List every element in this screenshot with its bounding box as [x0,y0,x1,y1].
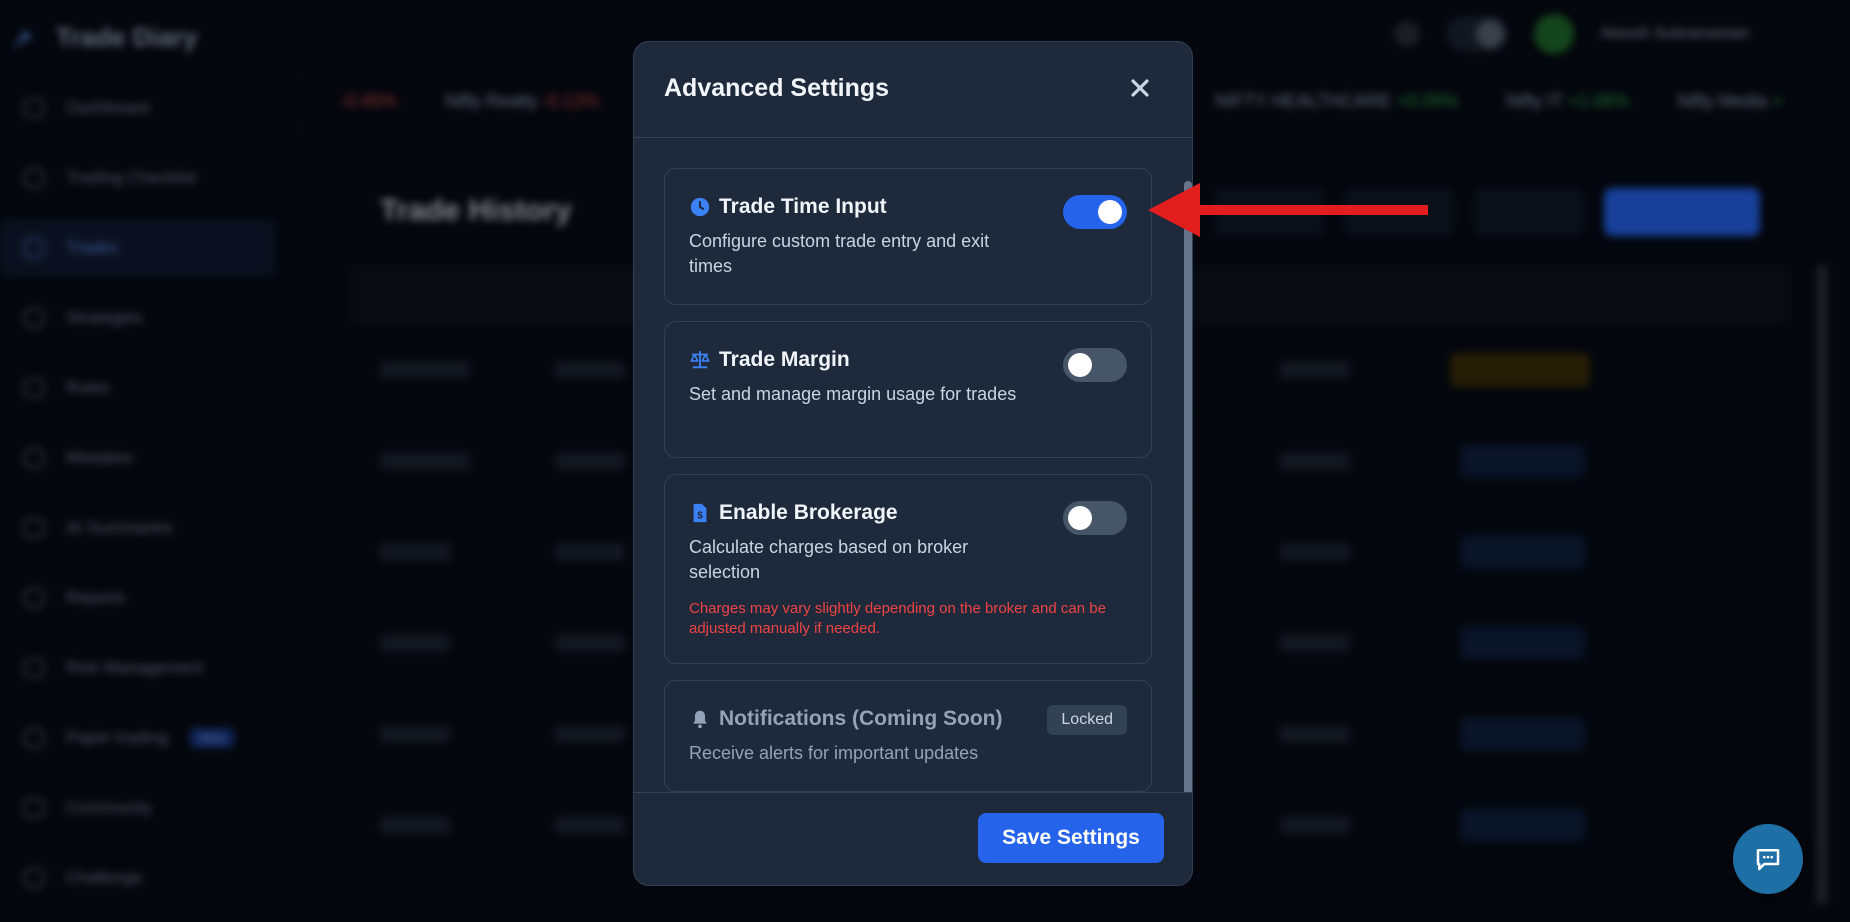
modal-header: Advanced Settings [634,42,1192,138]
modal-body: Trade Time Input Configure custom trade … [634,138,1192,792]
setting-title: Notifications (Coming Soon) [719,707,1003,730]
advanced-settings-modal: Advanced Settings Trade Time Input Confi… [633,41,1193,886]
setting-title: Trade Time Input [719,195,887,218]
trade-time-toggle[interactable] [1063,195,1127,229]
toggle-knob [1068,506,1092,530]
setting-card-brokerage: $ Enable Brokerage Calculate charges bas… [664,474,1152,664]
chat-icon [1756,849,1780,871]
brokerage-toggle[interactable] [1063,501,1127,535]
save-settings-button[interactable]: Save Settings [978,813,1164,863]
setting-description: Receive alerts for important updates [689,743,979,763]
setting-card-notifications: Notifications (Coming Soon) Receive aler… [664,680,1152,792]
toggle-knob [1068,353,1092,377]
trade-margin-toggle[interactable] [1063,348,1127,382]
setting-card-trade-time: Trade Time Input Configure custom trade … [664,168,1152,305]
setting-title: Enable Brokerage [719,501,898,524]
setting-card-trade-margin: Trade Margin Set and manage margin usage… [664,321,1152,458]
bell-icon [689,708,711,730]
annotation-arrow-icon [1148,183,1428,237]
setting-title: Trade Margin [719,348,850,371]
scale-icon [689,349,711,371]
close-button[interactable] [1128,76,1152,100]
toggle-knob [1098,200,1122,224]
clock-icon [689,196,711,218]
setting-description: Calculate charges based on broker select… [689,537,969,582]
modal-footer: Save Settings [634,792,1192,885]
locked-badge: Locked [1047,705,1127,735]
chat-button[interactable] [1733,824,1803,894]
svg-text:$: $ [697,511,703,522]
modal-title: Advanced Settings [664,74,890,102]
setting-description: Set and manage margin usage for trades [689,384,1017,404]
brokerage-warning: Charges may vary slightly depending on t… [689,600,1106,637]
setting-description: Configure custom trade entry and exit ti… [689,231,990,276]
close-icon [1131,79,1149,97]
modal-scrollbar-thumb[interactable] [1184,181,1192,792]
invoice-icon: $ [689,502,711,524]
